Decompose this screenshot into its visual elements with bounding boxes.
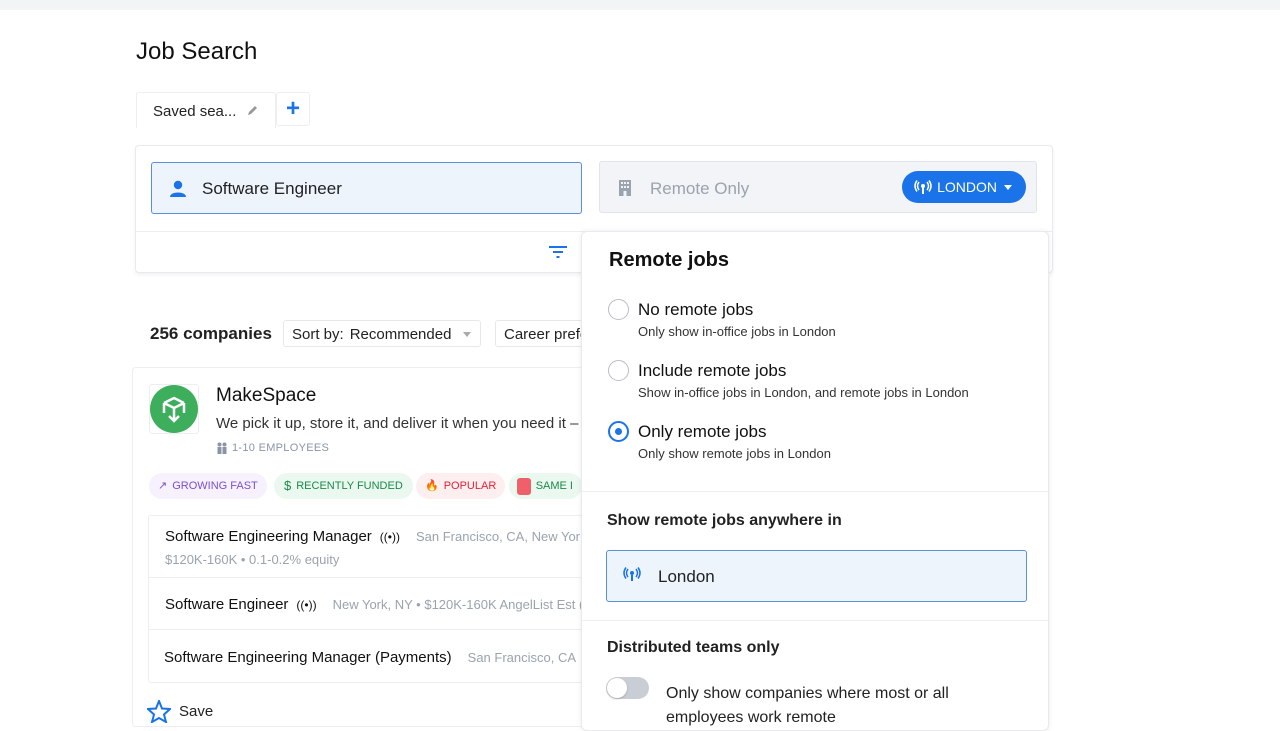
tab-label: Saved sea... [153,103,237,120]
job-title: Software Engineering Manager (Payments) [164,649,452,666]
company-description: We pick it up, store it, and deliver it … [216,415,579,432]
option-label[interactable]: Include remote jobs [638,361,786,381]
job-title: Software Engineer [165,596,289,613]
fire-icon: 🔥 [425,480,439,492]
job-title: Software Engineering Manager [165,528,372,545]
broadcast-icon [623,567,641,581]
results-count: 256 companies [150,324,272,343]
role-input[interactable]: Software Engineer [151,162,582,214]
location-pill-label: LONDON [937,179,997,195]
distributed-heading: Distributed teams only [607,639,780,656]
company-logo[interactable] [149,384,199,434]
badge-popular: 🔥 POPULAR [416,473,506,499]
save-label: Save [179,703,214,720]
location-pill-dropdown[interactable]: LONDON [902,171,1026,203]
trending-up-icon: ↗ [158,480,168,492]
radio-include-remote[interactable] [608,360,629,381]
job-compensation: $120K-160K • 0.1-0.2% equity [165,552,340,567]
broadcast-icon [914,180,932,194]
caret-down-icon [1004,184,1012,190]
badge-recently-funded: $ RECENTLY FUNDED [274,473,413,499]
badge-label: RECENTLY FUNDED [296,480,403,492]
dollar-icon: $ [284,478,292,493]
badge-label: SAME I [535,480,573,492]
badge-growing-fast: ↗ GROWING FAST [149,473,267,499]
caret-down-icon [463,332,471,337]
distributed-teams-toggle[interactable] [606,677,649,699]
distributed-label: Only show companies where most or all em… [666,685,949,726]
airbnb-logo-icon [517,477,531,495]
tab-saved-search[interactable]: Saved sea... [136,92,276,128]
anywhere-value: London [658,567,715,586]
popover-title: Remote jobs [609,249,730,271]
sort-dropdown[interactable]: Sort by: Recommended [283,320,481,347]
job-row[interactable]: Software Engineering Manager ((•)) San Fra… [149,516,597,578]
job-row[interactable]: Software Engineer ((•)) New York, NY • $12… [149,578,597,630]
company-name[interactable]: MakeSpace [216,385,316,407]
remote-icon: ((•)) [296,597,317,612]
career-preferences-dropdown[interactable]: Career prefe [495,320,595,347]
badge-label: GROWING FAST [172,480,258,492]
building-icon [619,180,631,196]
job-meta: San Francisco, CA, New Yor [415,529,581,544]
radio-only-remote[interactable] [608,421,629,442]
employees-label: 1-10 EMPLOYEES [232,442,330,454]
option-description: Only show remote jobs in London [638,446,831,461]
sort-label: Sort by: [292,326,344,343]
user-icon [170,180,186,197]
job-row[interactable]: Software Engineering Manager (Payments) S… [149,630,597,682]
pencil-icon[interactable] [246,104,259,117]
divider [582,491,1048,492]
job-meta: San Francisco, CA [467,650,577,665]
top-bar [0,0,1280,10]
remote-icon: ((•)) [379,529,400,544]
remote-anywhere-input[interactable]: London [606,550,1027,602]
filter-icon[interactable] [548,244,568,260]
job-meta: New York, NY • $120K-160K AngelList Est … [332,597,584,612]
page-title: Job Search [136,38,258,65]
people-icon [217,442,227,454]
badge-same-investor: SAME I [509,473,582,499]
add-search-button[interactable]: + [276,92,310,126]
option-label[interactable]: Only remote jobs [638,422,767,442]
option-description: Only show in-office jobs in London [638,324,836,339]
divider [582,620,1048,621]
option-description: Show in-office jobs in London, and remot… [638,385,969,400]
role-value: Software Engineer [202,179,342,198]
company-size: 1-10 EMPLOYEES [216,442,329,454]
option-label[interactable]: No remote jobs [638,300,753,320]
anywhere-heading: Show remote jobs anywhere in [607,512,842,529]
job-list: Software Engineering Manager ((•)) San Fra… [148,515,598,683]
radio-no-remote[interactable] [608,299,629,320]
location-input[interactable]: Remote Only LONDON [599,161,1037,213]
badge-label: POPULAR [443,480,497,492]
sort-value: Recommended [349,326,452,343]
location-value: Remote Only [650,179,750,198]
